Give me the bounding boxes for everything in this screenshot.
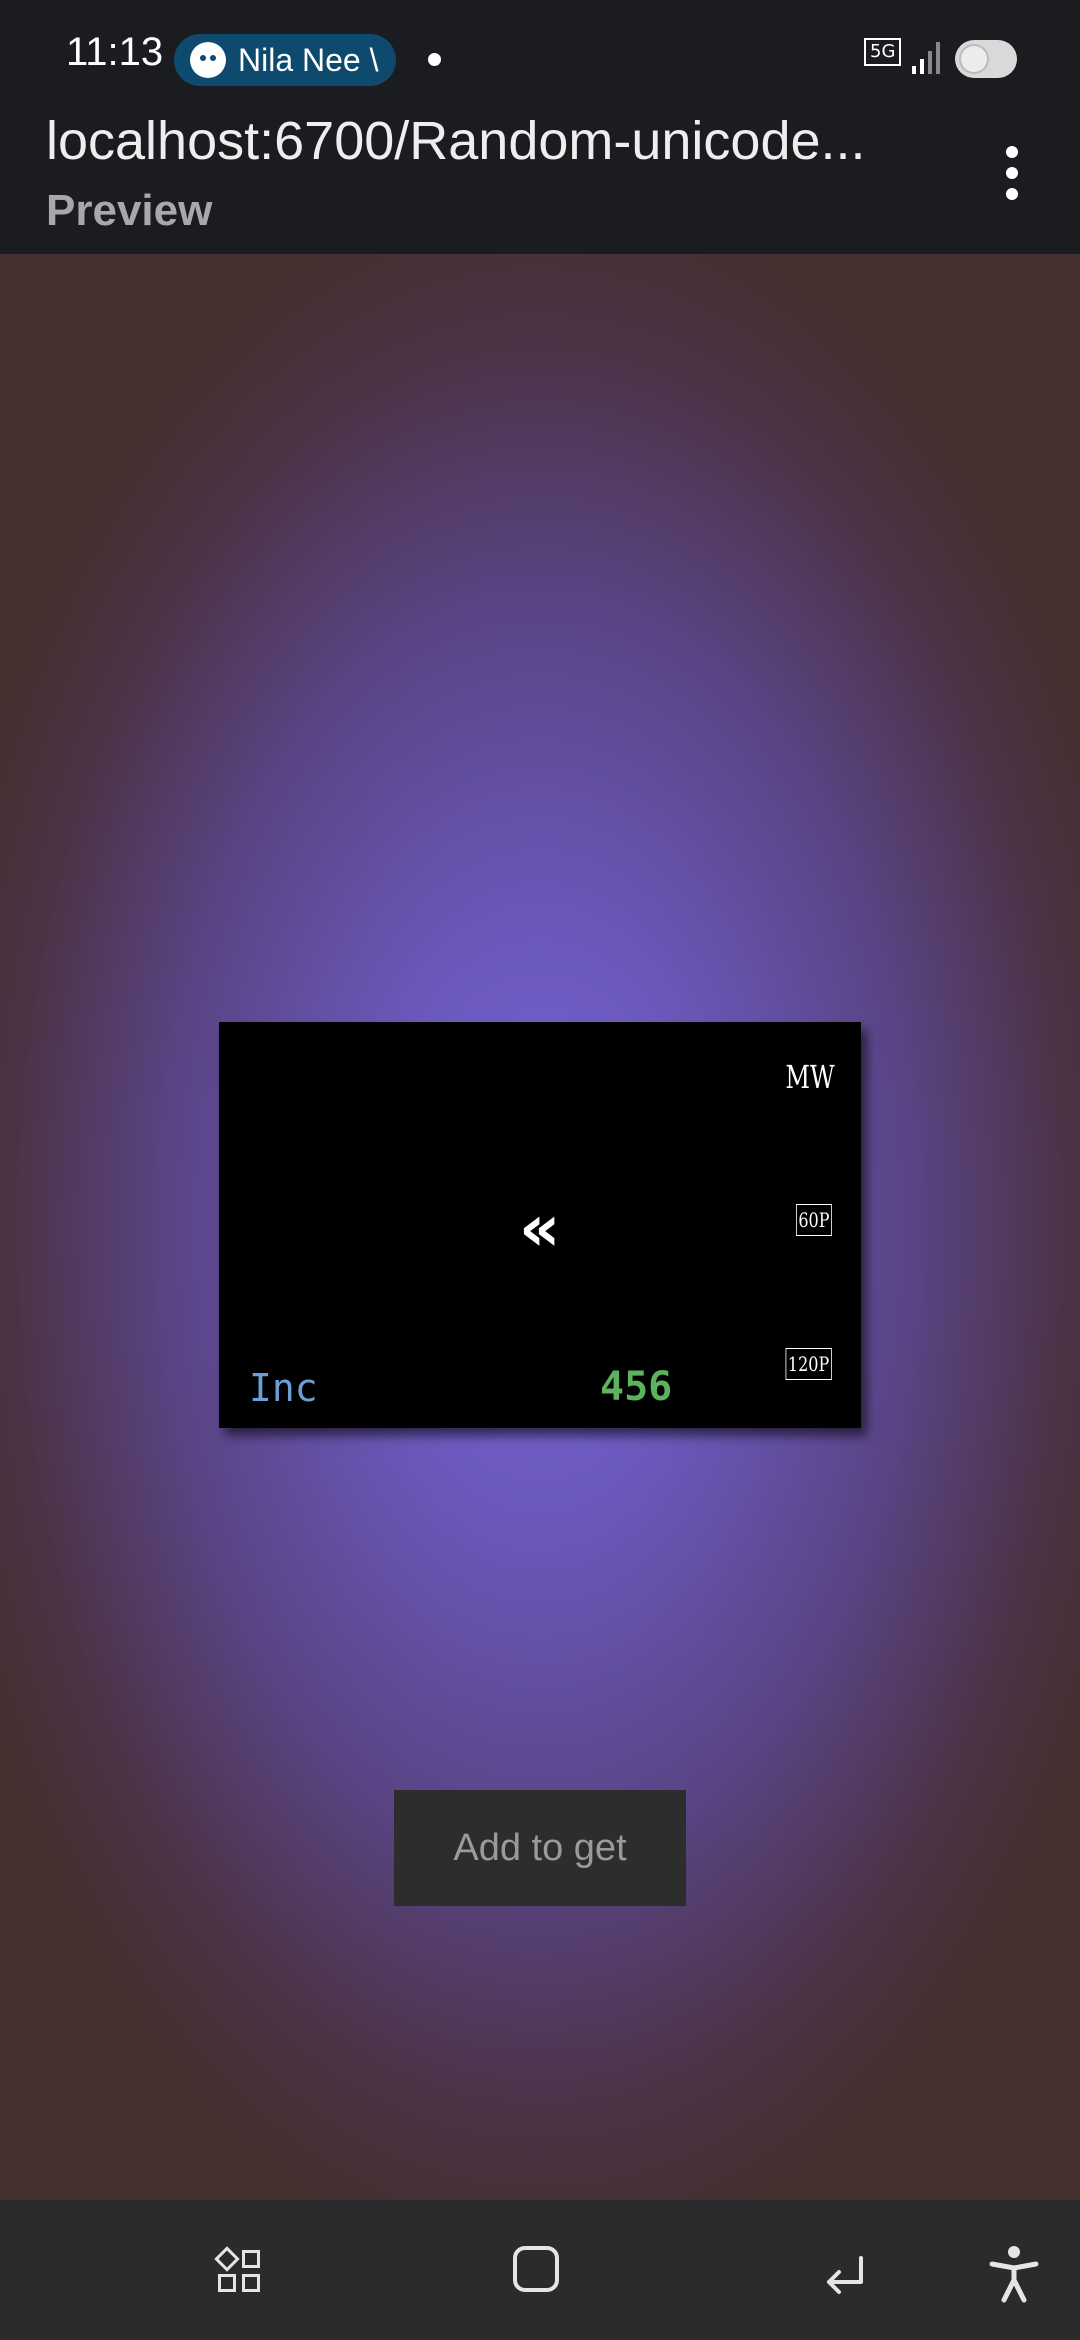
widget-label: Inc [249,1366,318,1410]
navigation-bar [0,2200,1080,2340]
notification-pill-text: Nila Nee \ [238,41,379,78]
notification-pill[interactable]: Nila Nee \ [174,34,396,86]
status-bar: 11:13 Nila Nee \ 5G [0,0,1080,118]
toggle-icon [955,40,1017,78]
notification-dot-icon [428,53,441,66]
add-to-get-button[interactable]: Add to get [394,1790,686,1906]
page-url: localhost:6700/Random-unicode... [46,111,866,171]
clock: 11:13 [66,30,164,74]
home-icon[interactable] [511,2244,571,2304]
recents-icon[interactable] [210,2244,270,2304]
more-vertical-icon[interactable] [1006,146,1020,200]
double-chevron-left-icon: « [519,1192,561,1266]
page-subtitle: Preview [46,186,213,235]
accessibility-icon[interactable] [984,2244,1044,2304]
widget-top-right-label: MW [785,1058,835,1096]
widget-60p-label: 60P [796,1204,832,1236]
widget-120p-label: 120P [785,1348,832,1380]
signal-strength-icon [912,42,940,74]
app-face-icon [190,42,226,78]
preview-area: MW 60P 120P « Inc 456 Add to get [0,254,1080,2200]
back-icon[interactable] [817,2244,877,2304]
network-type-icon: 5G [864,38,902,66]
display-widget: MW 60P 120P « Inc 456 [219,1022,861,1428]
widget-value: 456 [600,1364,673,1410]
